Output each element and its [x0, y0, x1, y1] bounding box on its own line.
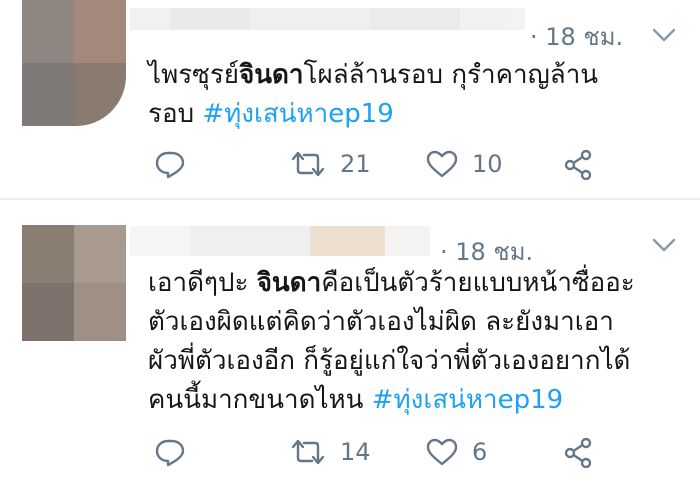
reply-icon: [155, 151, 185, 179]
tweet-text: เอาดีๆปะ จินดาคือเป็นตัวร้ายแบบหน้าซื่ออ…: [148, 264, 635, 303]
chevron-down-icon[interactable]: [651, 236, 677, 254]
like-button[interactable]: 6: [426, 438, 487, 466]
tweet-text-part: ผัวพี่ตัวเองอีก ก็รู้อยู่แก่ใจว่าพี่ตัวเ…: [148, 346, 631, 376]
share-icon: [564, 437, 592, 468]
like-count: 6: [472, 438, 488, 466]
tweet-text-part: ไพรซุรย์: [148, 60, 240, 90]
retweet-button[interactable]: 14: [290, 438, 371, 466]
mention-name: จินดา: [256, 268, 322, 298]
mention-name: จินดา: [239, 60, 304, 90]
hashtag-link[interactable]: #ทุ่งเสน่หาep19: [202, 99, 393, 129]
share-button[interactable]: [562, 436, 594, 468]
tweet-text: ไพรซุรย์จินดาโผล่ล้านรอบ กุรำคาญล้าน: [148, 56, 598, 95]
like-icon: [426, 438, 458, 466]
tweet-text-part: คนนี้มากขนาดไหน: [148, 385, 372, 415]
share-icon: [564, 149, 592, 180]
retweet-button[interactable]: 21: [290, 150, 371, 178]
tweet-text-part: เอาดีๆปะ: [148, 268, 257, 298]
chevron-down-icon[interactable]: [651, 26, 677, 44]
tweet-text: รอบ #ทุ่งเสน่หาep19: [148, 95, 394, 134]
retweet-icon: [291, 439, 325, 465]
user-name[interactable]: [130, 226, 430, 256]
tweet-text-part: รอบ: [148, 99, 203, 129]
retweet-count: 14: [340, 438, 371, 466]
like-button[interactable]: 10: [426, 150, 503, 178]
user-name[interactable]: [130, 8, 525, 30]
share-button[interactable]: [562, 148, 594, 180]
reply-button[interactable]: [154, 150, 186, 180]
retweet-count: 21: [340, 150, 371, 178]
reply-icon: [155, 439, 185, 467]
tweet-1[interactable]: · 18 ชม. ไพรซุรย์จินดาโผล่ล้านรอบ กุรำคา…: [0, 0, 700, 200]
tweet-time[interactable]: · 18 ชม.: [530, 17, 623, 56]
retweet-icon: [291, 151, 325, 177]
tweet-text-part: โผล่ล้านรอบ กุรำคาญล้าน: [303, 60, 599, 90]
tweet-2[interactable]: · 18 ชม. เอาดีๆปะ จินดาคือเป็นตัวร้ายแบบ…: [0, 200, 700, 481]
hashtag-link[interactable]: #ทุ่งเสน่หาep19: [372, 385, 563, 415]
tweet-text: คนนี้มากขนาดไหน #ทุ่งเสน่หาep19: [148, 381, 563, 420]
avatar[interactable]: [22, 0, 126, 126]
like-count: 10: [472, 150, 503, 178]
tweet-text: ผัวพี่ตัวเองอีก ก็รู้อยู่แก่ใจว่าพี่ตัวเ…: [148, 342, 630, 381]
tweet-text-part: คือเป็นตัวร้ายแบบหน้าซื่ออะ: [321, 268, 635, 298]
tweet-text-part: ตัวเองผิดแต่คิดว่าตัวเองไม่ผิด ละยังมาเอ…: [148, 307, 614, 337]
like-icon: [426, 150, 458, 178]
tweet-text: ตัวเองผิดแต่คิดว่าตัวเองไม่ผิด ละยังมาเอ…: [148, 303, 614, 342]
avatar[interactable]: [22, 225, 126, 341]
reply-button[interactable]: [154, 438, 186, 468]
